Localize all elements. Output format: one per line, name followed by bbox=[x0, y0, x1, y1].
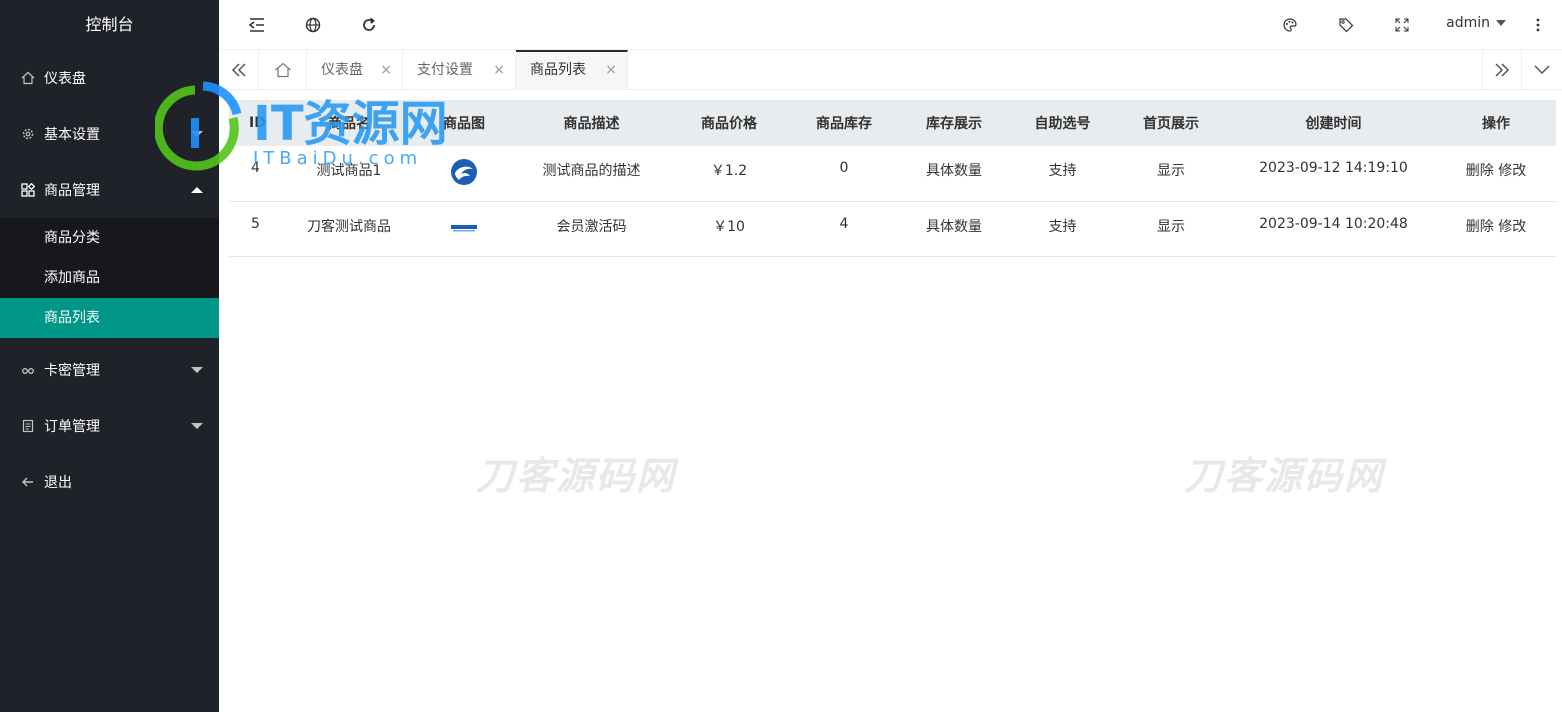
tab-menu-chevron-down-icon[interactable] bbox=[1522, 50, 1562, 90]
tab-label: 支付设置 bbox=[417, 62, 473, 78]
sidebar-item-product-management[interactable]: 商品管理 bbox=[0, 162, 219, 218]
table-header-row: ID 商品名 商品图 商品描述 商品价格 商品库存 库存展示 自助选号 首页展示… bbox=[229, 100, 1556, 146]
chevron-down-icon bbox=[1496, 20, 1506, 26]
gear-icon bbox=[20, 126, 36, 142]
sidebar-item-basic-settings[interactable]: 基本设置 bbox=[0, 106, 219, 162]
col-description: 商品描述 bbox=[563, 116, 620, 132]
tab-payment-settings[interactable]: 支付设置 × bbox=[403, 50, 516, 90]
cell-self-select: 支持 bbox=[1048, 218, 1077, 235]
cell-name: 刀客测试商品 bbox=[307, 218, 391, 235]
sidebar-item-label: 退出 bbox=[44, 475, 72, 491]
chevron-down-icon bbox=[191, 367, 203, 373]
sidebar-item-label: 卡密管理 bbox=[44, 363, 100, 379]
product-thumbnail[interactable] bbox=[450, 158, 478, 186]
col-home-display: 首页展示 bbox=[1143, 116, 1199, 132]
product-submenu: 商品分类 添加商品 商品列表 bbox=[0, 218, 219, 338]
col-created-time: 创建时间 bbox=[1305, 116, 1362, 132]
cell-id: 4 bbox=[251, 160, 260, 176]
cell-stock: 4 bbox=[839, 215, 849, 232]
sidebar-item-card-management[interactable]: 卡密管理 bbox=[0, 342, 219, 398]
close-icon[interactable]: × bbox=[493, 50, 505, 90]
tag-icon[interactable] bbox=[1336, 15, 1356, 35]
col-image: 商品图 bbox=[443, 116, 485, 132]
cell-stock-display: 具体数量 bbox=[926, 218, 982, 235]
home-icon bbox=[20, 70, 36, 86]
edit-link[interactable]: 修改 bbox=[1498, 219, 1526, 235]
username: admin bbox=[1446, 15, 1490, 31]
sidebar-item-label: 商品管理 bbox=[44, 183, 100, 199]
cell-description: 测试商品的描述 bbox=[542, 163, 641, 179]
submenu-item-product-list[interactable]: 商品列表 bbox=[0, 298, 219, 338]
scroll-left-icon[interactable] bbox=[219, 50, 259, 90]
close-icon[interactable]: × bbox=[380, 50, 392, 90]
menu-shrink-icon[interactable] bbox=[247, 15, 267, 35]
user-menu[interactable]: admin bbox=[1446, 15, 1506, 31]
scroll-right-icon[interactable] bbox=[1482, 50, 1522, 90]
watermark-text: 刀客源码网 bbox=[1184, 454, 1385, 498]
console-title: 控制台 bbox=[85, 15, 134, 34]
sidebar-item-logout[interactable]: 退出 bbox=[0, 454, 219, 510]
watermark-text: 刀客源码网 bbox=[476, 454, 677, 498]
edit-link[interactable]: 修改 bbox=[1498, 163, 1526, 179]
tab-product-list[interactable]: 商品列表 × bbox=[516, 50, 628, 90]
col-price: 商品价格 bbox=[701, 116, 757, 132]
chevron-up-icon bbox=[191, 187, 203, 193]
col-actions: 操作 bbox=[1482, 116, 1510, 132]
sidebar-item-label: 订单管理 bbox=[44, 419, 100, 435]
tab-label: 商品列表 bbox=[530, 62, 586, 78]
cell-image bbox=[409, 146, 519, 201]
chevron-down-icon bbox=[191, 131, 203, 137]
globe-icon[interactable] bbox=[303, 15, 323, 35]
link-icon bbox=[20, 362, 36, 378]
cell-name: 测试商品1 bbox=[316, 163, 382, 179]
col-self-select: 自助选号 bbox=[1034, 116, 1091, 132]
delete-link[interactable]: 删除 bbox=[1466, 219, 1494, 235]
cell-home-display: 显示 bbox=[1157, 163, 1185, 179]
submenu-item-add-product[interactable]: 添加商品 bbox=[0, 258, 219, 298]
sidebar: 控制台 仪表盘 基本设置 商品管理 商品分类 添加商品 商品列表 卡密管理 订单… bbox=[0, 0, 219, 712]
clipboard-icon bbox=[20, 418, 36, 434]
submenu-item-product-category[interactable]: 商品分类 bbox=[0, 218, 219, 258]
table-row: 4 测试商品1 测试商品的描述 ￥1.2 0 具体数量 支持 显示 2023-0… bbox=[229, 146, 1556, 201]
palette-icon[interactable] bbox=[1280, 15, 1300, 35]
col-stock: 商品库存 bbox=[816, 116, 872, 132]
home-icon bbox=[274, 62, 292, 78]
refresh-icon[interactable] bbox=[359, 15, 379, 35]
apps-icon bbox=[20, 182, 36, 198]
more-vertical-icon[interactable] bbox=[1528, 15, 1548, 35]
product-table: ID 商品名 商品图 商品描述 商品价格 商品库存 库存展示 自助选号 首页展示… bbox=[229, 100, 1556, 257]
col-stock-display: 库存展示 bbox=[926, 116, 982, 132]
tab-home[interactable] bbox=[259, 50, 307, 90]
cell-id: 5 bbox=[251, 215, 260, 232]
col-name: 商品名 bbox=[328, 116, 370, 132]
chevron-down-icon bbox=[191, 423, 203, 429]
sidebar-item-label: 仪表盘 bbox=[44, 71, 86, 87]
cell-created-time: 2023-09-14 10:20:48 bbox=[1259, 215, 1408, 232]
cell-price: ￥1.2 bbox=[710, 163, 748, 179]
product-thumbnail[interactable] bbox=[450, 214, 478, 242]
cell-stock-display: 具体数量 bbox=[926, 163, 982, 179]
cell-self-select: 支持 bbox=[1048, 163, 1077, 179]
table-row: 5 刀客测试商品 会员激活码 ￥10 4 具体数量 支持 显示 2023-09-… bbox=[229, 201, 1556, 256]
sidebar-item-order-management[interactable]: 订单管理 bbox=[0, 398, 219, 454]
tab-label: 仪表盘 bbox=[321, 62, 363, 78]
delete-link[interactable]: 删除 bbox=[1466, 163, 1494, 179]
sidebar-item-dashboard[interactable]: 仪表盘 bbox=[0, 50, 219, 106]
cell-image bbox=[409, 201, 519, 256]
fullscreen-icon[interactable] bbox=[1392, 15, 1412, 35]
cell-price: ￥10 bbox=[713, 218, 745, 235]
sidebar-item-label: 基本设置 bbox=[44, 127, 100, 143]
cell-description: 会员激活码 bbox=[556, 218, 627, 235]
close-icon[interactable]: × bbox=[605, 52, 617, 89]
tab-bar: 仪表盘 × 支付设置 × 商品列表 × bbox=[219, 50, 1562, 90]
cell-stock: 0 bbox=[839, 160, 849, 176]
cell-actions: 删除 修改 bbox=[1436, 201, 1556, 256]
col-id: ID bbox=[249, 115, 266, 131]
cell-actions: 删除 修改 bbox=[1436, 146, 1556, 201]
top-header: admin bbox=[219, 0, 1562, 50]
cell-created-time: 2023-09-12 14:19:10 bbox=[1259, 160, 1408, 176]
arrow-left-icon bbox=[20, 474, 36, 490]
cell-home-display: 显示 bbox=[1157, 218, 1185, 235]
tab-dashboard[interactable]: 仪表盘 × bbox=[307, 50, 403, 90]
